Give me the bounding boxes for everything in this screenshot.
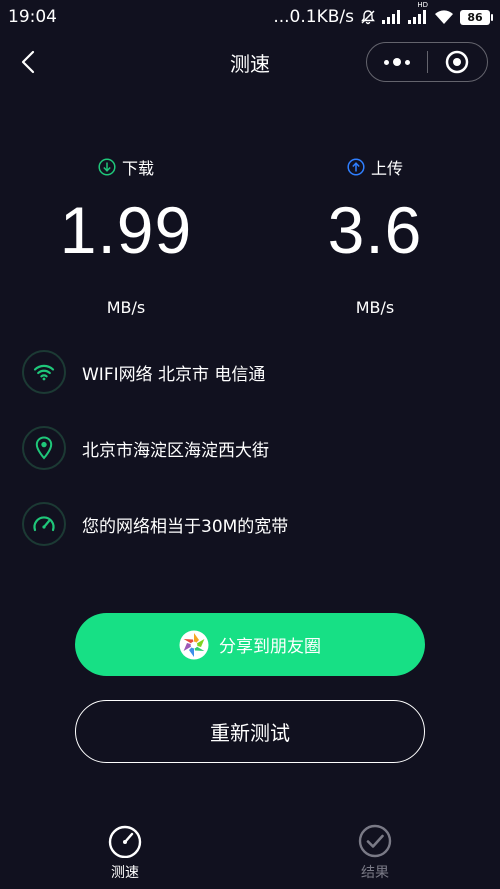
tab-results[interactable]: 结果	[325, 824, 425, 882]
tab-results-label: 结果	[361, 865, 389, 881]
upload-unit: MB/s	[355, 298, 395, 317]
signal-hd-icon: HD	[408, 1, 428, 24]
upload-arrow-icon	[347, 158, 365, 176]
download-unit: MB/s	[106, 298, 146, 317]
moments-aperture-icon	[179, 630, 209, 659]
tab-speedtest[interactable]: 测速	[75, 824, 175, 882]
upload-section: 上传 3.6 MB/s	[255, 150, 495, 317]
mute-bell-icon	[360, 9, 376, 25]
bandwidth-info-text: 您的网络相当于30M的宽带	[82, 516, 289, 537]
hd-label: HD	[417, 1, 428, 9]
location-pin-icon	[22, 426, 66, 470]
download-label: 下载	[121, 159, 154, 178]
battery-icon: 86	[460, 9, 493, 25]
location-info-row: 北京市海淀区海淀西大街	[22, 425, 462, 471]
wifi-status-icon	[434, 9, 454, 25]
network-info-row: WIFI网络 北京市 电信通	[22, 349, 462, 395]
share-button-label: 分享到朋友圈	[219, 637, 321, 657]
upload-label: 上传	[370, 159, 403, 178]
status-time: 19:04	[8, 7, 57, 27]
upload-label-row: 上传	[347, 150, 403, 184]
target-circle-icon	[446, 50, 469, 74]
status-icons: ...0.1KB/s HD 86	[273, 1, 493, 27]
wifi-icon	[22, 350, 66, 394]
download-label-row: 下载	[98, 150, 154, 184]
more-dots-icon	[383, 58, 410, 66]
download-value: 1.99	[59, 193, 193, 267]
upload-value: 3.6	[327, 193, 423, 267]
network-speed: ...0.1KB/s	[273, 7, 354, 27]
nav-bar: 测速	[0, 34, 500, 90]
download-arrow-icon	[98, 158, 116, 176]
speedometer-tab-icon	[108, 825, 142, 858]
close-program-button[interactable]	[428, 43, 488, 81]
more-button[interactable]	[367, 43, 427, 81]
retest-button-label: 重新测试	[210, 721, 290, 745]
tab-speedtest-label: 测速	[111, 865, 139, 881]
location-info-text: 北京市海淀区海淀西大街	[82, 440, 269, 461]
bandwidth-info-row: 您的网络相当于30M的宽带	[22, 501, 462, 547]
mini-program-capsule	[366, 42, 488, 82]
speedometer-icon	[22, 502, 66, 546]
status-bar: 19:04 ...0.1KB/s HD 86	[0, 0, 500, 34]
retest-button[interactable]: 重新测试	[75, 700, 425, 763]
signal-icon	[382, 10, 402, 24]
network-info-text: WIFI网络 北京市 电信通	[82, 364, 266, 385]
download-section: 下载 1.99 MB/s	[6, 150, 246, 317]
share-moments-button[interactable]: 分享到朋友圈	[75, 613, 425, 676]
check-circle-icon	[358, 824, 392, 858]
